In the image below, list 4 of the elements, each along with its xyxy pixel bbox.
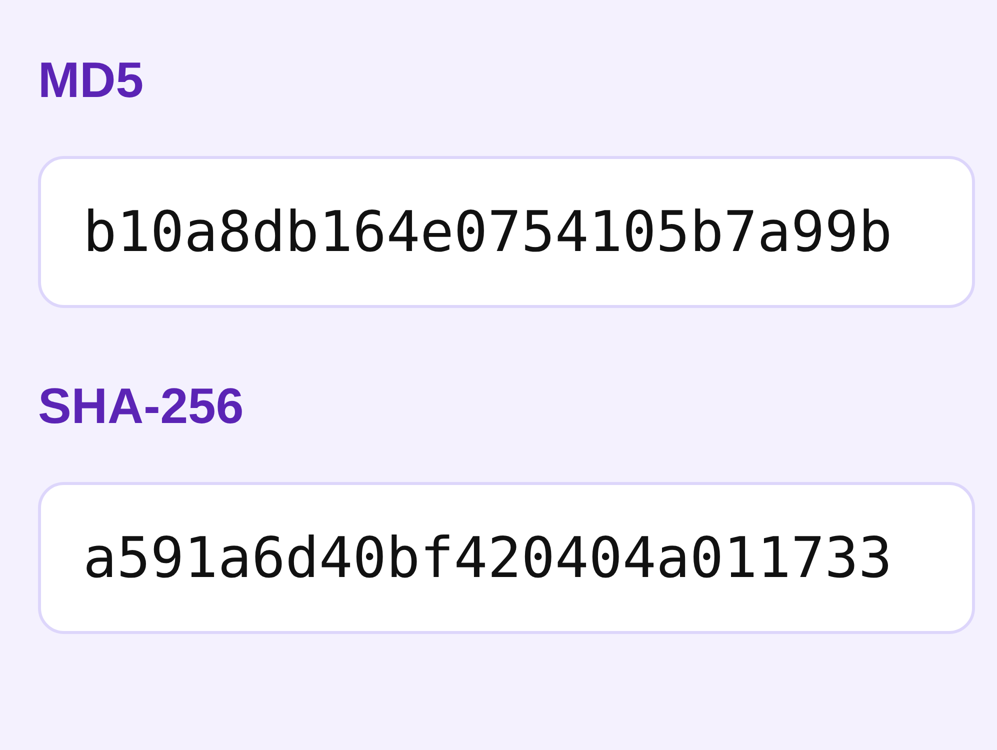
hash-field[interactable]: a591a6d40bf420404a011733 (38, 482, 975, 634)
hash-field[interactable]: b10a8db164e0754105b7a99b (38, 156, 975, 308)
hash-label: MD5 (38, 51, 144, 110)
hash-label: SHA-256 (38, 377, 244, 436)
